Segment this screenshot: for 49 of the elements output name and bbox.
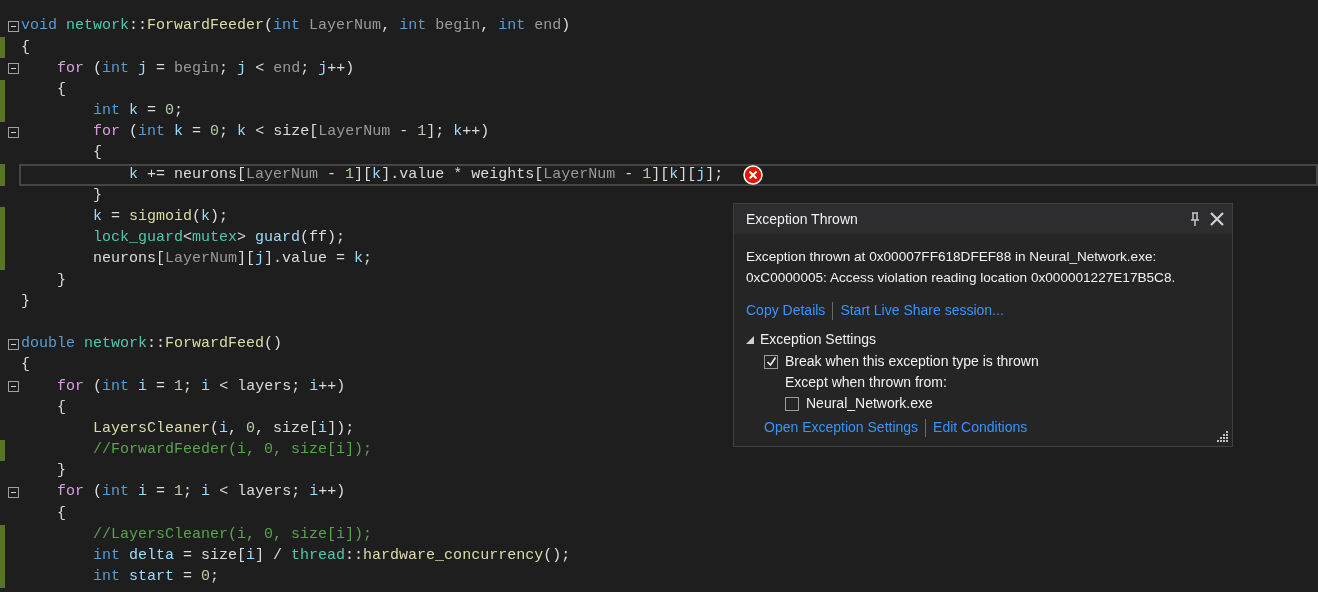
- code-line: {: [21, 355, 30, 376]
- code-line: void network::ForwardFeeder(int LayerNum, int begin, int end): [21, 16, 571, 37]
- code-line: lock_guard<mutex> guard(ff);: [93, 228, 346, 249]
- code-line: }: [21, 291, 30, 312]
- code-line: neurons[LayerNum][j].value = k;: [93, 249, 373, 270]
- exception-message: Exception thrown at 0x00007FF618DFEF88 in Neural_Network.exe: 0xC0000005: Access violation reading location 0x000001227E17B5C8.: [746, 248, 1177, 287]
- checkbox[interactable]: [785, 396, 799, 411]
- code-line: //LayersCleaner(i, 0, size[i]);: [93, 524, 373, 545]
- code-line: for (int j = begin; j < end; j++): [57, 58, 355, 79]
- code-line: k = sigmoid(k);: [93, 207, 229, 228]
- collapse-icon[interactable]: [7, 21, 19, 33]
- error-icon[interactable]: [743, 164, 764, 185]
- close-icon[interactable]: [1210, 212, 1224, 226]
- code-line: int delta = size[i] / thread::hardware_concurrency();: [93, 546, 571, 567]
- code-line: {: [93, 143, 102, 164]
- code-line: int k = 0;: [93, 101, 184, 122]
- collapse-icon[interactable]: [7, 127, 19, 139]
- code-line: double network::ForwardFeed(): [21, 334, 283, 355]
- expanded-triangle-icon[interactable]: [746, 335, 754, 344]
- collapse-icon[interactable]: [7, 381, 19, 393]
- code-line: {: [57, 397, 66, 418]
- code-line: //ForwardFeeder(i, 0, size[i]);: [93, 440, 373, 461]
- code-line: {: [57, 503, 66, 524]
- checkbox-label: Break when this exception type is thrown: [785, 352, 1039, 371]
- code-line: for (int i = 1; i < layers; i++): [57, 376, 346, 397]
- pin-icon[interactable]: [1190, 212, 1200, 226]
- code-line: }: [93, 185, 102, 206]
- code-line: for (int k = 0; k < size[LayerNum - 1]; k++): [93, 122, 490, 143]
- code-line: }: [57, 270, 66, 291]
- code-line: {: [57, 79, 66, 100]
- collapse-icon[interactable]: [7, 63, 19, 75]
- link[interactable]: Edit Conditions: [933, 417, 1028, 438]
- code-line: for (int i = 1; i < layers; i++): [57, 482, 346, 503]
- resize-grip-icon[interactable]: [1217, 431, 1229, 443]
- code-line: k += neurons[LayerNum - 1][k].value * weights[LayerNum - 1][k][j];: [129, 164, 724, 185]
- checkbox-label: Neural_Network.exe: [806, 394, 933, 413]
- popup-title: Exception Thrown: [746, 209, 858, 229]
- link[interactable]: Start Live Share session...: [840, 300, 1004, 321]
- code-line: }: [57, 461, 66, 482]
- checkbox[interactable]: [764, 354, 778, 369]
- code-line: LayersCleaner(i, 0, size[i]);: [93, 418, 355, 439]
- code-line: {: [21, 37, 30, 58]
- collapse-icon[interactable]: [7, 487, 19, 499]
- collapse-icon[interactable]: [7, 338, 19, 350]
- code-line: int start = 0;: [93, 567, 220, 588]
- except-label: Except when thrown from:: [785, 373, 948, 392]
- link[interactable]: Copy Details: [746, 300, 826, 321]
- section-header[interactable]: Exception Settings: [760, 329, 876, 350]
- link[interactable]: Open Exception Settings: [764, 417, 919, 438]
